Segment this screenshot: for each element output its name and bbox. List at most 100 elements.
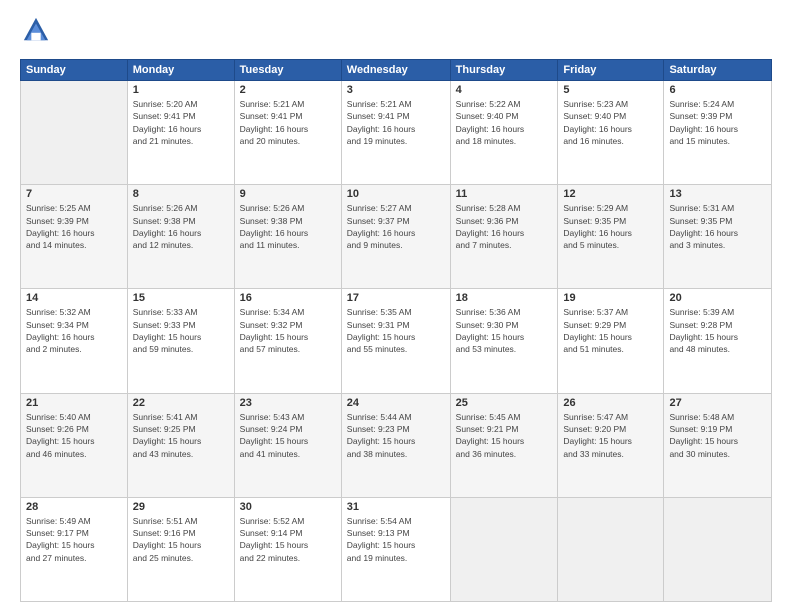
weekday-header-sunday: Sunday (21, 60, 128, 81)
calendar-page: SundayMondayTuesdayWednesdayThursdayFrid… (0, 0, 792, 612)
day-cell: 25Sunrise: 5:45 AMSunset: 9:21 PMDayligh… (450, 393, 558, 497)
day-number: 1 (133, 84, 229, 96)
day-cell: 7Sunrise: 5:25 AMSunset: 9:39 PMDaylight… (21, 185, 128, 289)
day-cell: 2 Sunrise: 5:21 AMSunset: 9:41 PMDaylight… (234, 81, 341, 185)
day-info: Sunrise: 5:44 AMSunset: 9:23 PMDaylight:… (347, 411, 445, 460)
day-cell: 29 Sunrise: 5:51 AMSunset: 9:16 PMDayligh… (127, 497, 234, 601)
day-number: 7 (26, 188, 122, 200)
day-info: Sunrise: 5:36 AMSunset: 9:30 PMDaylight:… (456, 306, 553, 355)
day-number: 12 (563, 188, 658, 200)
day-number: 5 (563, 84, 658, 96)
day-number: 3 (347, 84, 445, 96)
day-number: 28 (26, 501, 122, 513)
day-cell: 13 Sunrise: 5:31 AMSunset: 9:35 PMDayligh… (664, 185, 772, 289)
day-cell (664, 497, 772, 601)
weekday-header-wednesday: Wednesday (341, 60, 450, 81)
logo-icon (20, 16, 50, 49)
day-cell: 20 Sunrise: 5:39 AMSunset: 9:28 PMDayligh… (664, 289, 772, 393)
day-cell: 11 Sunrise: 5:28 AMSunset: 9:36 PMDayligh… (450, 185, 558, 289)
day-info: Sunrise: 5:32 AMSunset: 9:34 PMDaylight:… (26, 306, 122, 355)
day-cell: 24Sunrise: 5:44 AMSunset: 9:23 PMDayligh… (341, 393, 450, 497)
calendar-table: SundayMondayTuesdayWednesdayThursdayFrid… (20, 59, 772, 602)
weekday-header-row: SundayMondayTuesdayWednesdayThursdayFrid… (21, 60, 772, 81)
day-cell: 6 Sunrise: 5:24 AMSunset: 9:39 PMDaylight… (664, 81, 772, 185)
day-cell: 17 Sunrise: 5:35 AMSunset: 9:31 PMDayligh… (341, 289, 450, 393)
day-number: 15 (133, 292, 229, 304)
day-cell: 4 Sunrise: 5:22 AMSunset: 9:40 PMDaylight… (450, 81, 558, 185)
day-number: 30 (240, 501, 336, 513)
day-info: Sunrise: 5:23 AMSunset: 9:40 PMDaylight:… (563, 98, 658, 147)
day-number: 2 (240, 84, 336, 96)
day-cell: 19 Sunrise: 5:37 AMSunset: 9:29 PMDayligh… (558, 289, 664, 393)
day-info: Sunrise: 5:26 AMSunset: 9:38 PMDaylight:… (133, 202, 229, 251)
day-info: Sunrise: 5:20 AMSunset: 9:41 PMDaylight:… (133, 98, 229, 147)
logo (20, 16, 54, 49)
weekday-header-friday: Friday (558, 60, 664, 81)
day-cell: 10Sunrise: 5:27 AMSunset: 9:37 PMDayligh… (341, 185, 450, 289)
day-info: Sunrise: 5:35 AMSunset: 9:31 PMDaylight:… (347, 306, 445, 355)
weekday-header-thursday: Thursday (450, 60, 558, 81)
day-number: 11 (456, 188, 553, 200)
day-number: 26 (563, 397, 658, 409)
day-cell: 5 Sunrise: 5:23 AMSunset: 9:40 PMDaylight… (558, 81, 664, 185)
day-cell: 28 Sunrise: 5:49 AMSunset: 9:17 PMDayligh… (21, 497, 128, 601)
day-number: 18 (456, 292, 553, 304)
day-info: Sunrise: 5:31 AMSunset: 9:35 PMDaylight:… (669, 202, 766, 251)
day-info: Sunrise: 5:39 AMSunset: 9:28 PMDaylight:… (669, 306, 766, 355)
day-info: Sunrise: 5:37 AMSunset: 9:29 PMDaylight:… (563, 306, 658, 355)
day-cell: 21 Sunrise: 5:40 AMSunset: 9:26 PMDayligh… (21, 393, 128, 497)
day-number: 4 (456, 84, 553, 96)
day-number: 13 (669, 188, 766, 200)
day-info: Sunrise: 5:28 AMSunset: 9:36 PMDaylight:… (456, 202, 553, 251)
day-info: Sunrise: 5:29 AMSunset: 9:35 PMDaylight:… (563, 202, 658, 251)
day-info: Sunrise: 5:34 AMSunset: 9:32 PMDaylight:… (240, 306, 336, 355)
day-cell: 22Sunrise: 5:41 AMSunset: 9:25 PMDayligh… (127, 393, 234, 497)
weekday-header-tuesday: Tuesday (234, 60, 341, 81)
day-info: Sunrise: 5:41 AMSunset: 9:25 PMDaylight:… (133, 411, 229, 460)
day-cell: 18 Sunrise: 5:36 AMSunset: 9:30 PMDayligh… (450, 289, 558, 393)
day-number: 14 (26, 292, 122, 304)
weekday-header-saturday: Saturday (664, 60, 772, 81)
day-cell: 14 Sunrise: 5:32 AMSunset: 9:34 PMDayligh… (21, 289, 128, 393)
day-cell: 27 Sunrise: 5:48 AMSunset: 9:19 PMDayligh… (664, 393, 772, 497)
day-info: Sunrise: 5:40 AMSunset: 9:26 PMDaylight:… (26, 411, 122, 460)
day-number: 19 (563, 292, 658, 304)
day-number: 29 (133, 501, 229, 513)
day-info: Sunrise: 5:52 AMSunset: 9:14 PMDaylight:… (240, 515, 336, 564)
day-info: Sunrise: 5:24 AMSunset: 9:39 PMDaylight:… (669, 98, 766, 147)
day-number: 27 (669, 397, 766, 409)
day-info: Sunrise: 5:48 AMSunset: 9:19 PMDaylight:… (669, 411, 766, 460)
day-info: Sunrise: 5:22 AMSunset: 9:40 PMDaylight:… (456, 98, 553, 147)
day-number: 20 (669, 292, 766, 304)
day-number: 21 (26, 397, 122, 409)
day-cell (21, 81, 128, 185)
day-cell (558, 497, 664, 601)
day-info: Sunrise: 5:27 AMSunset: 9:37 PMDaylight:… (347, 202, 445, 251)
day-info: Sunrise: 5:21 AMSunset: 9:41 PMDaylight:… (347, 98, 445, 147)
day-info: Sunrise: 5:26 AMSunset: 9:38 PMDaylight:… (240, 202, 336, 251)
day-info: Sunrise: 5:43 AMSunset: 9:24 PMDaylight:… (240, 411, 336, 460)
day-number: 9 (240, 188, 336, 200)
day-cell: 1 Sunrise: 5:20 AMSunset: 9:41 PMDaylight… (127, 81, 234, 185)
day-number: 6 (669, 84, 766, 96)
day-info: Sunrise: 5:49 AMSunset: 9:17 PMDaylight:… (26, 515, 122, 564)
weekday-header-monday: Monday (127, 60, 234, 81)
day-info: Sunrise: 5:21 AMSunset: 9:41 PMDaylight:… (240, 98, 336, 147)
day-cell: 30 Sunrise: 5:52 AMSunset: 9:14 PMDayligh… (234, 497, 341, 601)
day-info: Sunrise: 5:33 AMSunset: 9:33 PMDaylight:… (133, 306, 229, 355)
header (20, 16, 772, 49)
day-cell: 12 Sunrise: 5:29 AMSunset: 9:35 PMDayligh… (558, 185, 664, 289)
day-info: Sunrise: 5:51 AMSunset: 9:16 PMDaylight:… (133, 515, 229, 564)
day-info: Sunrise: 5:47 AMSunset: 9:20 PMDaylight:… (563, 411, 658, 460)
day-cell: 8 Sunrise: 5:26 AMSunset: 9:38 PMDaylight… (127, 185, 234, 289)
day-number: 8 (133, 188, 229, 200)
day-info: Sunrise: 5:54 AMSunset: 9:13 PMDaylight:… (347, 515, 445, 564)
day-number: 17 (347, 292, 445, 304)
day-number: 23 (240, 397, 336, 409)
day-number: 25 (456, 397, 553, 409)
week-row-5: 28 Sunrise: 5:49 AMSunset: 9:17 PMDayligh… (21, 497, 772, 601)
day-number: 31 (347, 501, 445, 513)
week-row-4: 21 Sunrise: 5:40 AMSunset: 9:26 PMDayligh… (21, 393, 772, 497)
day-cell: 16Sunrise: 5:34 AMSunset: 9:32 PMDayligh… (234, 289, 341, 393)
day-cell: 23 Sunrise: 5:43 AMSunset: 9:24 PMDayligh… (234, 393, 341, 497)
